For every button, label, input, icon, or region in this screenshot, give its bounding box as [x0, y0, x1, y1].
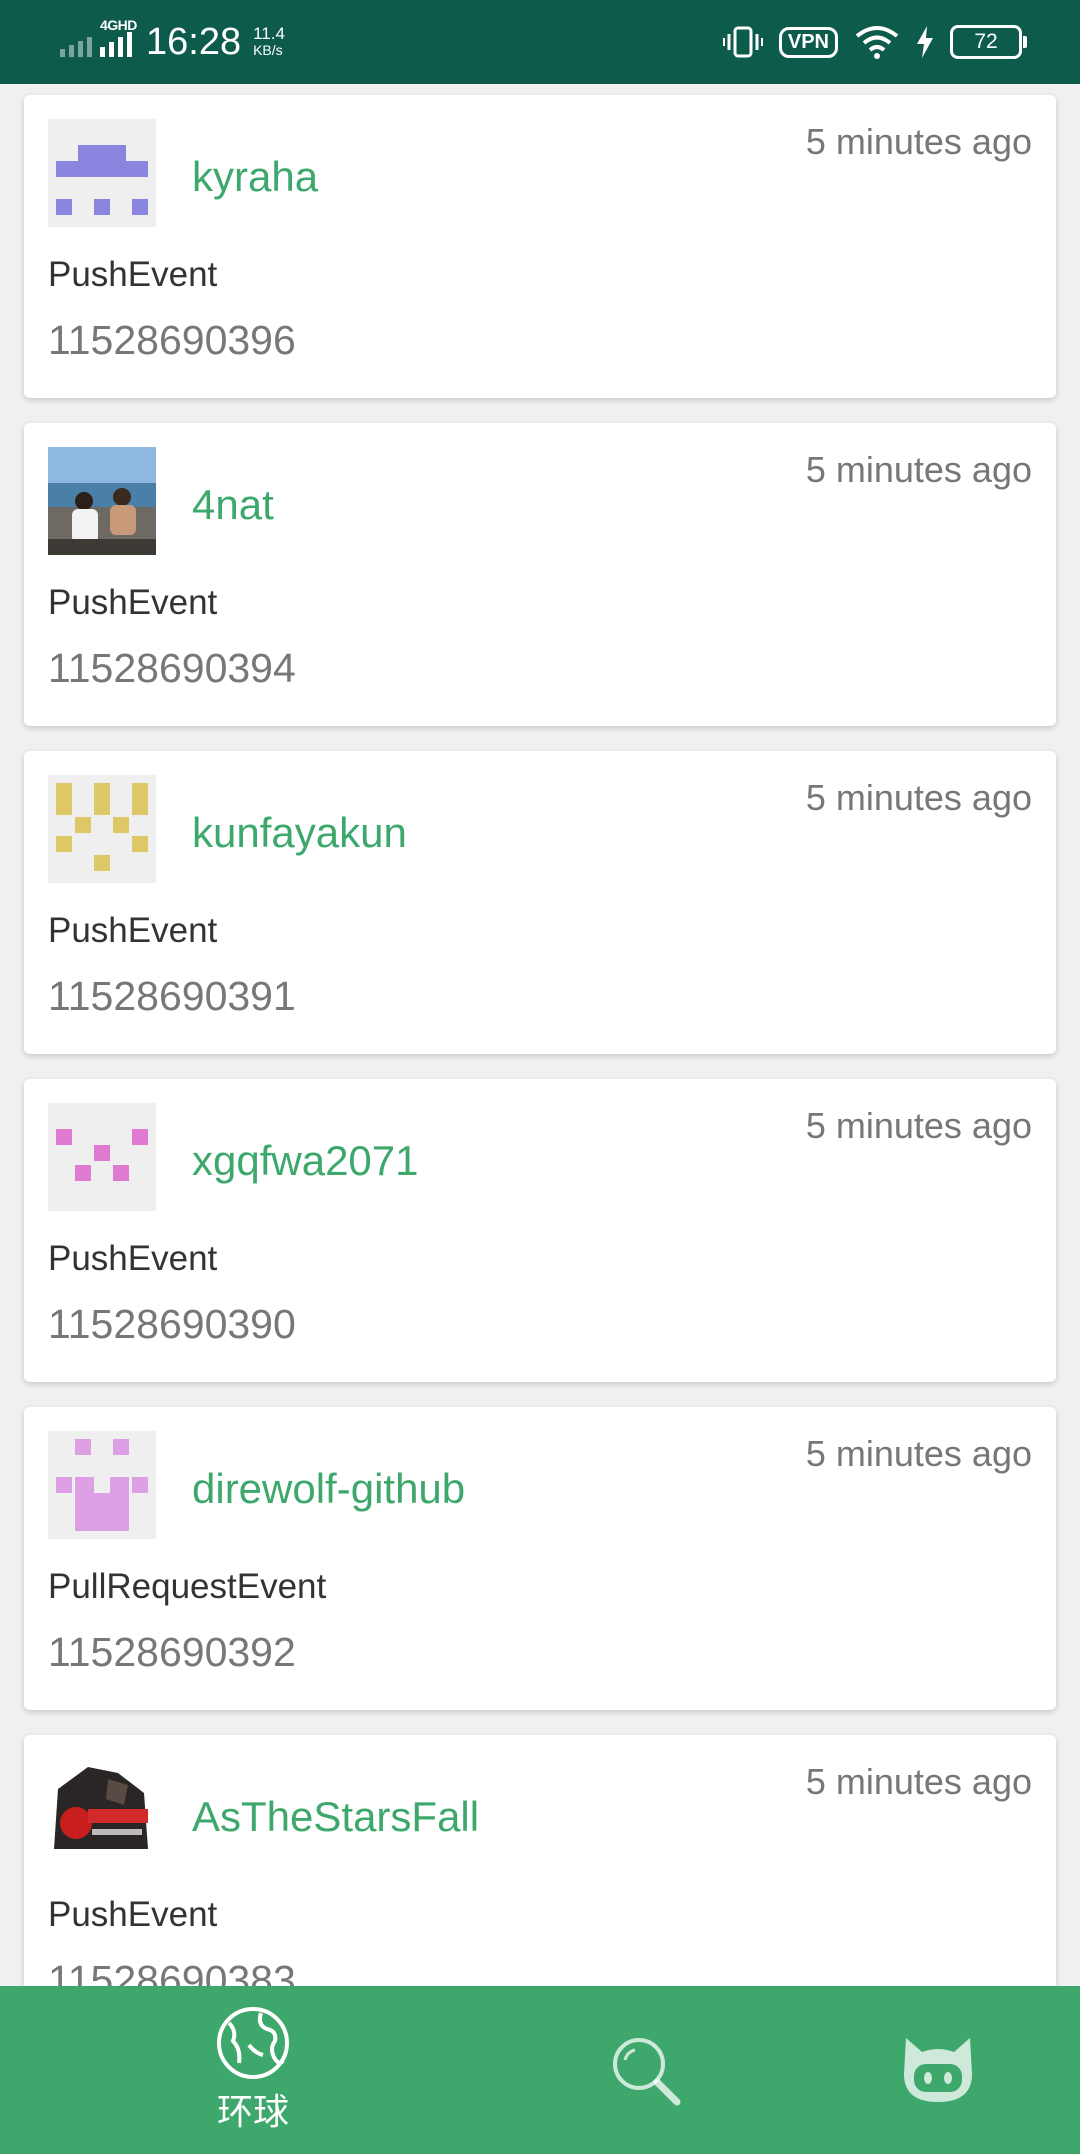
identicon-purple-icon	[56, 145, 148, 215]
avatar[interactable]	[48, 119, 156, 227]
event-id: 11528690392	[48, 1629, 296, 1675]
network-speed-unit: KB/s	[253, 42, 283, 58]
network-type-label: 4GHD	[100, 17, 137, 33]
battery-icon: 72	[950, 25, 1027, 59]
photo-avatar-icon	[48, 447, 156, 555]
status-bar-left: 4GHD 16:28 11.4 KB/s	[60, 0, 285, 84]
identicon-yellow-icon	[56, 783, 148, 871]
status-bar: 4GHD 16:28 11.4 KB/s VPN 72	[0, 0, 1080, 84]
event-card[interactable]: xgqfwa2071 5 minutes ago PushEvent 11528…	[24, 1079, 1056, 1382]
event-username[interactable]: 4nat	[192, 481, 274, 529]
vibrate-icon	[722, 26, 763, 58]
clock: 16:28	[146, 20, 242, 63]
event-username[interactable]: AsTheStarsFall	[192, 1793, 479, 1841]
event-type: PushEvent	[48, 583, 218, 622]
event-card[interactable]: AsTheStarsFall 5 minutes ago PushEvent 1…	[24, 1735, 1056, 1986]
event-type: PullRequestEvent	[48, 1567, 327, 1606]
charging-icon	[917, 26, 933, 58]
search-icon	[613, 2038, 681, 2106]
event-username[interactable]: kyraha	[192, 153, 318, 201]
event-feed[interactable]: kyraha 5 minutes ago PushEvent 115286903…	[0, 84, 1080, 1986]
event-username[interactable]: xgqfwa2071	[192, 1137, 419, 1185]
bottom-navigation: 环球	[0, 1986, 1080, 2154]
globe-icon	[217, 2007, 289, 2079]
avatar[interactable]	[48, 447, 156, 555]
photo-avatar-icon	[48, 1759, 156, 1867]
event-id: 11528690396	[48, 317, 296, 363]
event-card[interactable]: direwolf-github 5 minutes ago PullReques…	[24, 1407, 1056, 1710]
event-type: PushEvent	[48, 255, 218, 294]
octocat-icon	[904, 2038, 972, 2102]
identicon-pink-icon	[56, 1129, 148, 1181]
event-time: 5 minutes ago	[805, 449, 1032, 490]
event-id: 11528690391	[48, 973, 296, 1019]
event-type: PushEvent	[48, 1239, 218, 1278]
network-speed: 11.4 KB/s	[253, 25, 285, 59]
identicon-lilac-icon	[56, 1439, 148, 1531]
status-bar-right: VPN 72	[722, 0, 1027, 84]
event-time: 5 minutes ago	[805, 1761, 1032, 1802]
event-username[interactable]: kunfayakun	[192, 809, 407, 857]
network-speed-value: 11.4	[253, 24, 285, 43]
nav-tab-global[interactable]: 环球	[190, 1986, 316, 2154]
signal-icon-sim2: 4GHD	[100, 17, 137, 57]
event-type: PushEvent	[48, 911, 218, 950]
event-time: 5 minutes ago	[805, 1433, 1032, 1474]
event-card[interactable]: 4nat 5 minutes ago PushEvent 11528690394	[24, 423, 1056, 726]
wifi-icon	[855, 26, 899, 59]
vpn-badge: VPN	[778, 26, 838, 58]
event-time: 5 minutes ago	[805, 121, 1032, 162]
event-id: 11528690390	[48, 1301, 296, 1347]
event-username[interactable]: direwolf-github	[192, 1465, 465, 1513]
nav-tab-profile[interactable]	[890, 1986, 986, 2154]
signal-icon-sim1	[60, 27, 92, 57]
event-time: 5 minutes ago	[805, 1105, 1032, 1146]
avatar[interactable]	[48, 1103, 156, 1211]
nav-label-global: 环球	[216, 2091, 289, 2132]
event-id: 11528690394	[48, 645, 296, 691]
event-card[interactable]: kyraha 5 minutes ago PushEvent 115286903…	[24, 95, 1056, 398]
avatar[interactable]	[48, 775, 156, 883]
battery-level: 72	[974, 30, 998, 53]
avatar[interactable]	[48, 1431, 156, 1539]
event-type: PushEvent	[48, 1895, 218, 1934]
event-card[interactable]: kunfayakun 5 minutes ago PushEvent 11528…	[24, 751, 1056, 1054]
avatar[interactable]	[48, 1759, 156, 1867]
event-id: 11528690383	[48, 1957, 296, 1986]
event-time: 5 minutes ago	[805, 777, 1032, 818]
nav-tab-search[interactable]	[600, 1986, 690, 2154]
